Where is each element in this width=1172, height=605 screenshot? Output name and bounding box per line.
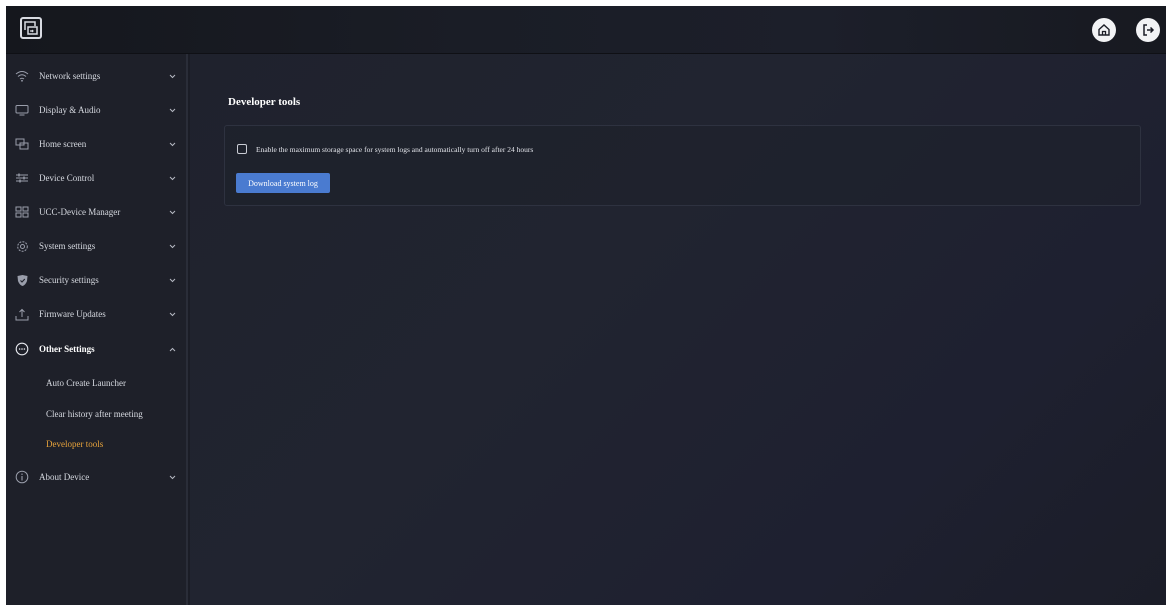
sidebar-item-security-settings[interactable]: Security settings (6, 263, 188, 297)
sidebar-item-label: Network settings (39, 71, 101, 81)
shield-icon (15, 273, 29, 287)
home-button[interactable] (1092, 18, 1116, 42)
sidebar-item-firmware-updates[interactable]: Firmware Updates (6, 297, 188, 331)
sidebar-subitem-clear-history[interactable]: Clear history after meeting (6, 399, 188, 429)
developer-tools-card: Enable the maximum storage space for sys… (224, 125, 1141, 206)
sliders-icon (15, 171, 29, 185)
sidebar-subitem-label: Auto Create Launcher (46, 378, 126, 388)
sidebar-subitem-label: Developer tools (46, 439, 104, 449)
main-content: Developer tools Enable the maximum stora… (190, 54, 1166, 605)
sidebar-item-display-audio[interactable]: Display & Audio (6, 93, 188, 127)
sidebar-item-label: System settings (39, 241, 96, 251)
upload-icon (15, 307, 29, 321)
sidebar-item-about-device[interactable]: About Device (6, 460, 188, 494)
sidebar-item-home-screen[interactable]: Home screen (6, 127, 188, 161)
logout-button[interactable] (1136, 18, 1160, 42)
chevron-down-icon (168, 72, 176, 80)
chevron-down-icon (168, 242, 176, 250)
gear-icon (15, 239, 29, 253)
log-storage-checkbox[interactable] (237, 144, 247, 154)
sidebar-subitem-auto-create-launcher[interactable]: Auto Create Launcher (6, 368, 188, 398)
monitor-icon (15, 103, 29, 117)
chevron-down-icon (168, 208, 176, 216)
sidebar-item-label: Firmware Updates (39, 309, 106, 319)
chevron-up-icon (168, 345, 176, 353)
more-icon (15, 342, 29, 356)
wifi-icon (15, 69, 29, 83)
chevron-down-icon (168, 473, 176, 481)
page-title: Developer tools (228, 96, 301, 108)
sidebar-item-label: About Device (39, 472, 90, 482)
top-bar (6, 6, 1166, 54)
chevron-down-icon (168, 310, 176, 318)
home-screen-icon (15, 137, 29, 151)
download-system-log-button[interactable]: Download system log (236, 173, 330, 193)
info-icon (15, 470, 29, 484)
sidebar-item-device-control[interactable]: Device Control (6, 161, 188, 195)
chevron-down-icon (168, 140, 176, 148)
sidebar-item-network-settings[interactable]: Network settings (6, 59, 188, 93)
app-window: Network settings Display & Audio Home sc… (6, 6, 1166, 605)
chevron-down-icon (168, 106, 176, 114)
sidebar-item-label: Device Control (39, 173, 95, 183)
sidebar-item-label: Home screen (39, 139, 87, 149)
sidebar-item-label: Other Settings (39, 344, 95, 354)
log-storage-label[interactable]: Enable the maximum storage space for sys… (256, 145, 533, 154)
sidebar-item-system-settings[interactable]: System settings (6, 229, 188, 263)
log-storage-option: Enable the maximum storage space for sys… (237, 142, 533, 156)
sidebar-item-label: UCC-Device Manager (39, 207, 121, 217)
app-logo-icon (20, 17, 42, 39)
sidebar-item-label: Display & Audio (39, 105, 101, 115)
chevron-down-icon (168, 174, 176, 182)
sidebar: Network settings Display & Audio Home sc… (6, 54, 188, 605)
sidebar-item-other-settings[interactable]: Other Settings (6, 332, 188, 366)
device-manager-icon (15, 205, 29, 219)
chevron-down-icon (168, 276, 176, 284)
sidebar-subitem-developer-tools[interactable]: Developer tools (6, 429, 188, 459)
sidebar-subitem-label: Clear history after meeting (46, 409, 143, 419)
sidebar-item-ucc-device-manager[interactable]: UCC-Device Manager (6, 195, 188, 229)
logout-icon (1143, 24, 1155, 36)
home-icon (1098, 24, 1110, 36)
sidebar-item-label: Security settings (39, 275, 99, 285)
